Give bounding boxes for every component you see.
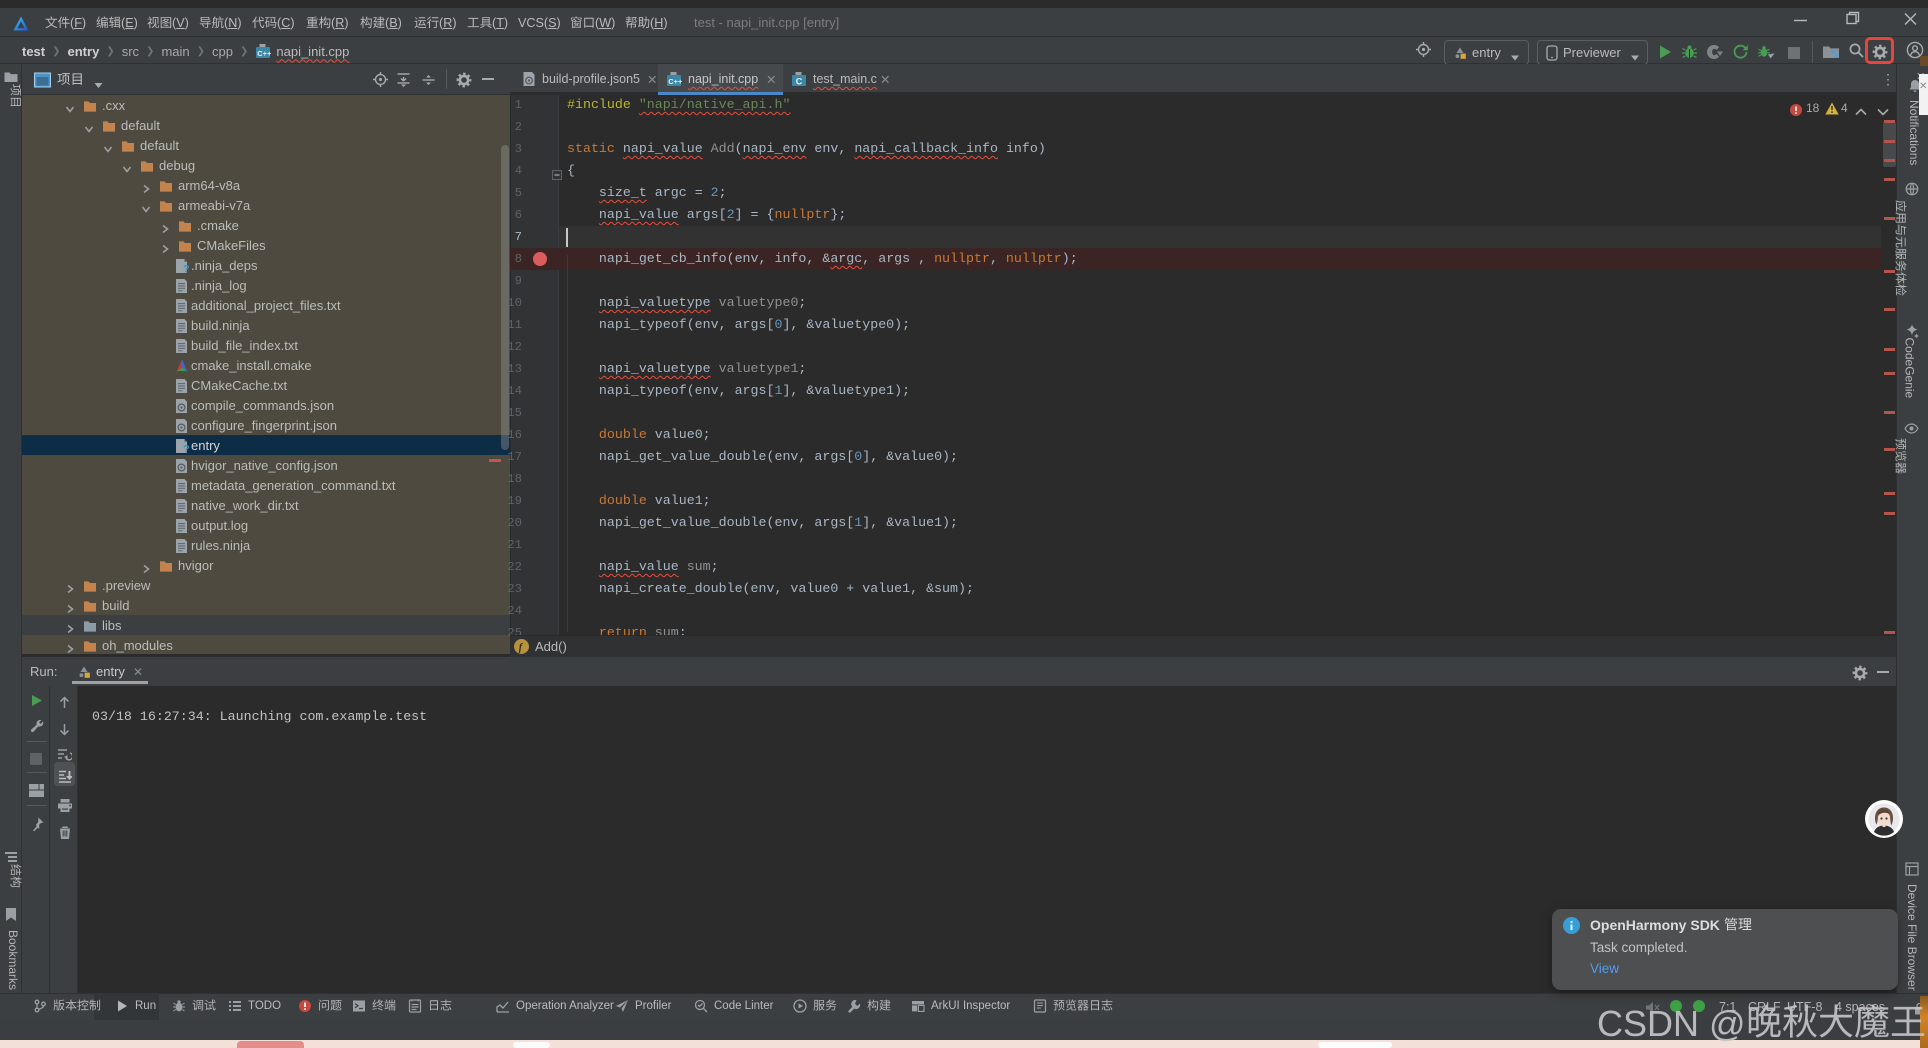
svg-text:C++: C++ (258, 49, 272, 58)
svg-text:?: ? (183, 443, 190, 454)
svg-text:C++: C++ (668, 77, 682, 86)
svg-text:?: ? (183, 263, 190, 274)
svg-text:C: C (796, 76, 803, 86)
